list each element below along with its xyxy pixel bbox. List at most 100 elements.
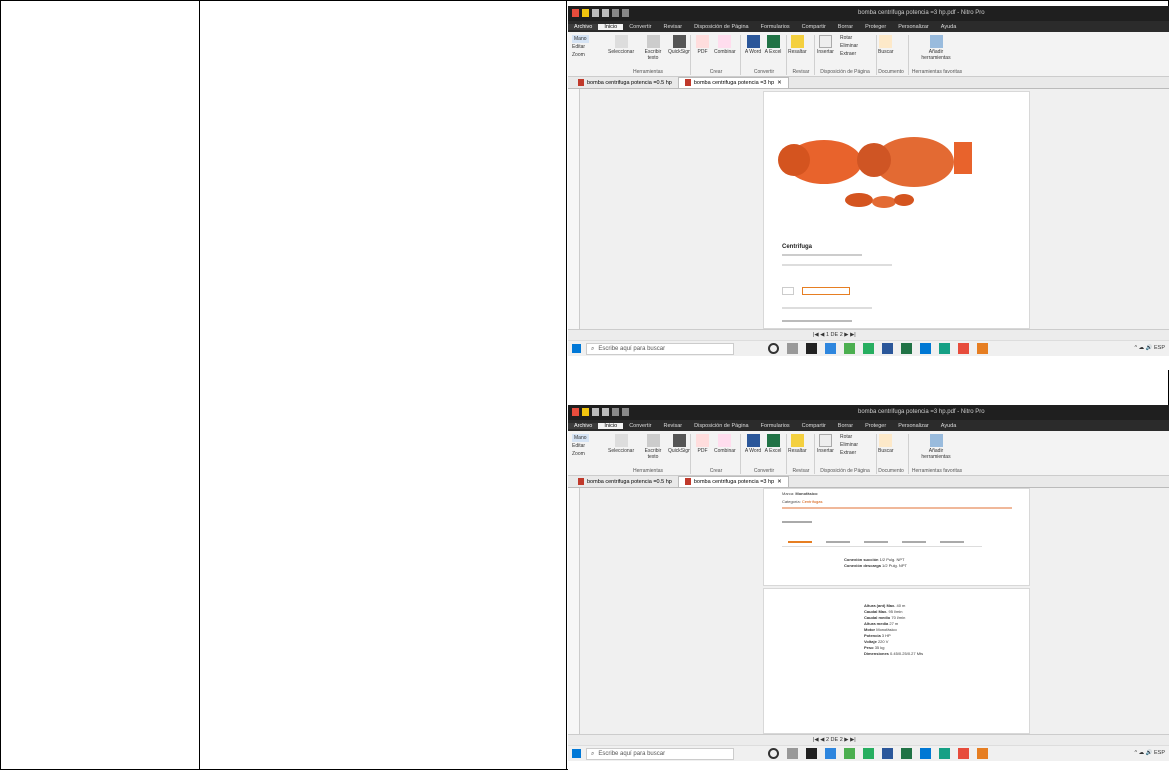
menu-compartir[interactable]: Compartir [796, 24, 832, 30]
eliminar-button[interactable]: Eliminar [840, 42, 858, 50]
anadir-herramientas-button[interactable]: Añadir herramientas [916, 434, 956, 460]
menu-personalizar[interactable]: Personalizar [892, 24, 935, 30]
cortana-icon[interactable] [768, 343, 779, 354]
menu-revisar[interactable]: Revisar [658, 24, 689, 30]
nitro-app-icon[interactable] [977, 343, 988, 354]
menu-ayuda[interactable]: Ayuda [935, 24, 963, 30]
buscar-button[interactable]: Buscar [878, 434, 894, 454]
menu-borrar[interactable]: Borrar [832, 24, 859, 30]
menu-inicio[interactable]: Inicio [598, 23, 624, 30]
editar-button[interactable]: Editar [572, 442, 589, 450]
a-word-button[interactable]: A Word [744, 35, 762, 55]
menu-convertir[interactable]: Convertir [623, 423, 657, 429]
acrobat-icon[interactable] [958, 748, 969, 759]
menu-disposicion[interactable]: Disposición de Página [688, 24, 754, 30]
pdf-page-1-bottom[interactable]: Marca: Monofásico Categoría: Centrífugas… [763, 488, 1030, 586]
buscar-button[interactable]: Buscar [878, 35, 894, 55]
menu-disposicion[interactable]: Disposición de Página [688, 423, 754, 429]
seleccionar-button[interactable]: Seleccionar [608, 35, 634, 55]
quicksign-button[interactable]: QuickSign [668, 35, 691, 55]
save-icon[interactable] [592, 408, 599, 416]
a-word-button[interactable]: A Word [744, 434, 762, 454]
mano-button[interactable]: Mano [572, 35, 589, 43]
chrome-icon[interactable] [844, 748, 855, 759]
insertar-button[interactable]: Insertar [817, 35, 834, 55]
page-navigation[interactable]: |◀ ◀ 2 DE 2 ▶ ▶| [813, 737, 856, 743]
extraer-button[interactable]: Extraer [840, 449, 858, 457]
tab-doc-05hp[interactable]: bomba centrifuga potencia =0.5 hp [572, 477, 678, 487]
quick-access-toolbar[interactable] [572, 408, 629, 416]
combinar-button[interactable]: Combinar [714, 35, 736, 55]
word-app-icon[interactable] [882, 748, 893, 759]
app-icon[interactable] [863, 748, 874, 759]
pdf-button[interactable]: PDF [696, 434, 709, 454]
menu-proteger[interactable]: Proteger [859, 24, 892, 30]
app-icon[interactable] [863, 343, 874, 354]
a-excel-button[interactable]: A Excel [764, 35, 782, 55]
print-icon[interactable] [602, 408, 609, 416]
redo-icon[interactable] [622, 9, 629, 17]
windows-start-icon[interactable] [572, 344, 581, 353]
taskbar-search[interactable]: ⌕ Escribe aquí para buscar [586, 343, 734, 355]
escribir-texto-button[interactable]: Escribir texto [642, 434, 664, 460]
page-navigation[interactable]: |◀ ◀ 1 DE 2 ▶ ▶| [813, 332, 856, 338]
menu-formularios[interactable]: Formularios [755, 24, 796, 30]
mano-button[interactable]: Mano [572, 434, 589, 442]
acrobat-icon[interactable] [958, 343, 969, 354]
redo-icon[interactable] [622, 408, 629, 416]
editar-button[interactable]: Editar [572, 43, 589, 51]
excel-app-icon[interactable] [901, 748, 912, 759]
resaltar-button[interactable]: Resaltar [788, 35, 807, 55]
cortana-icon[interactable] [768, 748, 779, 759]
app-icon[interactable] [920, 343, 931, 354]
open-icon[interactable] [582, 9, 589, 17]
app-icon[interactable] [920, 748, 931, 759]
windows-start-icon[interactable] [572, 749, 581, 758]
quick-access-toolbar[interactable] [572, 9, 629, 17]
zoom-button[interactable]: Zoom [572, 450, 589, 458]
undo-icon[interactable] [612, 9, 619, 17]
open-icon[interactable] [582, 408, 589, 416]
store-icon[interactable] [825, 343, 836, 354]
eliminar-button[interactable]: Eliminar [840, 441, 858, 449]
menu-personalizar[interactable]: Personalizar [892, 423, 935, 429]
undo-icon[interactable] [612, 408, 619, 416]
pdf-page[interactable]: Centrifuga [763, 91, 1030, 329]
menu-inicio[interactable]: Inicio [598, 422, 624, 429]
menu-revisar[interactable]: Revisar [658, 423, 689, 429]
close-tab-icon[interactable]: ✕ [777, 479, 782, 485]
pdf-page-2[interactable]: Altura (ant) Max. 40 m Caudal Max. 95 l/… [763, 588, 1030, 734]
word-app-icon[interactable] [882, 343, 893, 354]
escribir-texto-button[interactable]: Escribir texto [642, 35, 664, 61]
nitro-app-icon[interactable] [977, 748, 988, 759]
task-view-icon[interactable] [787, 343, 798, 354]
insertar-button[interactable]: Insertar [817, 434, 834, 454]
menu-archivo[interactable]: Archivo [568, 422, 599, 429]
a-excel-button[interactable]: A Excel [764, 434, 782, 454]
zoom-button[interactable]: Zoom [572, 51, 589, 59]
chrome-icon[interactable] [844, 343, 855, 354]
resaltar-button[interactable]: Resaltar [788, 434, 807, 454]
menu-formularios[interactable]: Formularios [755, 423, 796, 429]
rotar-button[interactable]: Rotar [840, 433, 858, 441]
rotar-button[interactable]: Rotar [840, 34, 858, 42]
app-icon[interactable] [939, 748, 950, 759]
system-tray[interactable]: ^ ☁ 🔊 ESP [1134, 345, 1165, 351]
tab-doc-05hp[interactable]: bomba centrifuga potencia =0.5 hp [572, 78, 678, 88]
print-icon[interactable] [602, 9, 609, 17]
quicksign-button[interactable]: QuickSign [668, 434, 691, 454]
app-icon[interactable] [939, 343, 950, 354]
excel-app-icon[interactable] [901, 343, 912, 354]
menu-borrar[interactable]: Borrar [832, 423, 859, 429]
tab-doc-3hp[interactable]: bomba centrifuga potencia =3 hp ✕ [677, 77, 789, 88]
system-tray[interactable]: ^ ☁ 🔊 ESP [1134, 750, 1165, 756]
menu-compartir[interactable]: Compartir [796, 423, 832, 429]
task-view-icon[interactable] [787, 748, 798, 759]
save-icon[interactable] [592, 9, 599, 17]
tab-doc-3hp[interactable]: bomba centrifuga potencia =3 hp ✕ [677, 476, 789, 487]
menu-ayuda[interactable]: Ayuda [935, 423, 963, 429]
close-tab-icon[interactable]: ✕ [777, 80, 782, 86]
taskbar-search[interactable]: ⌕ Escribe aquí para buscar [586, 748, 734, 760]
app-icon[interactable] [806, 748, 817, 759]
app-icon[interactable] [806, 343, 817, 354]
